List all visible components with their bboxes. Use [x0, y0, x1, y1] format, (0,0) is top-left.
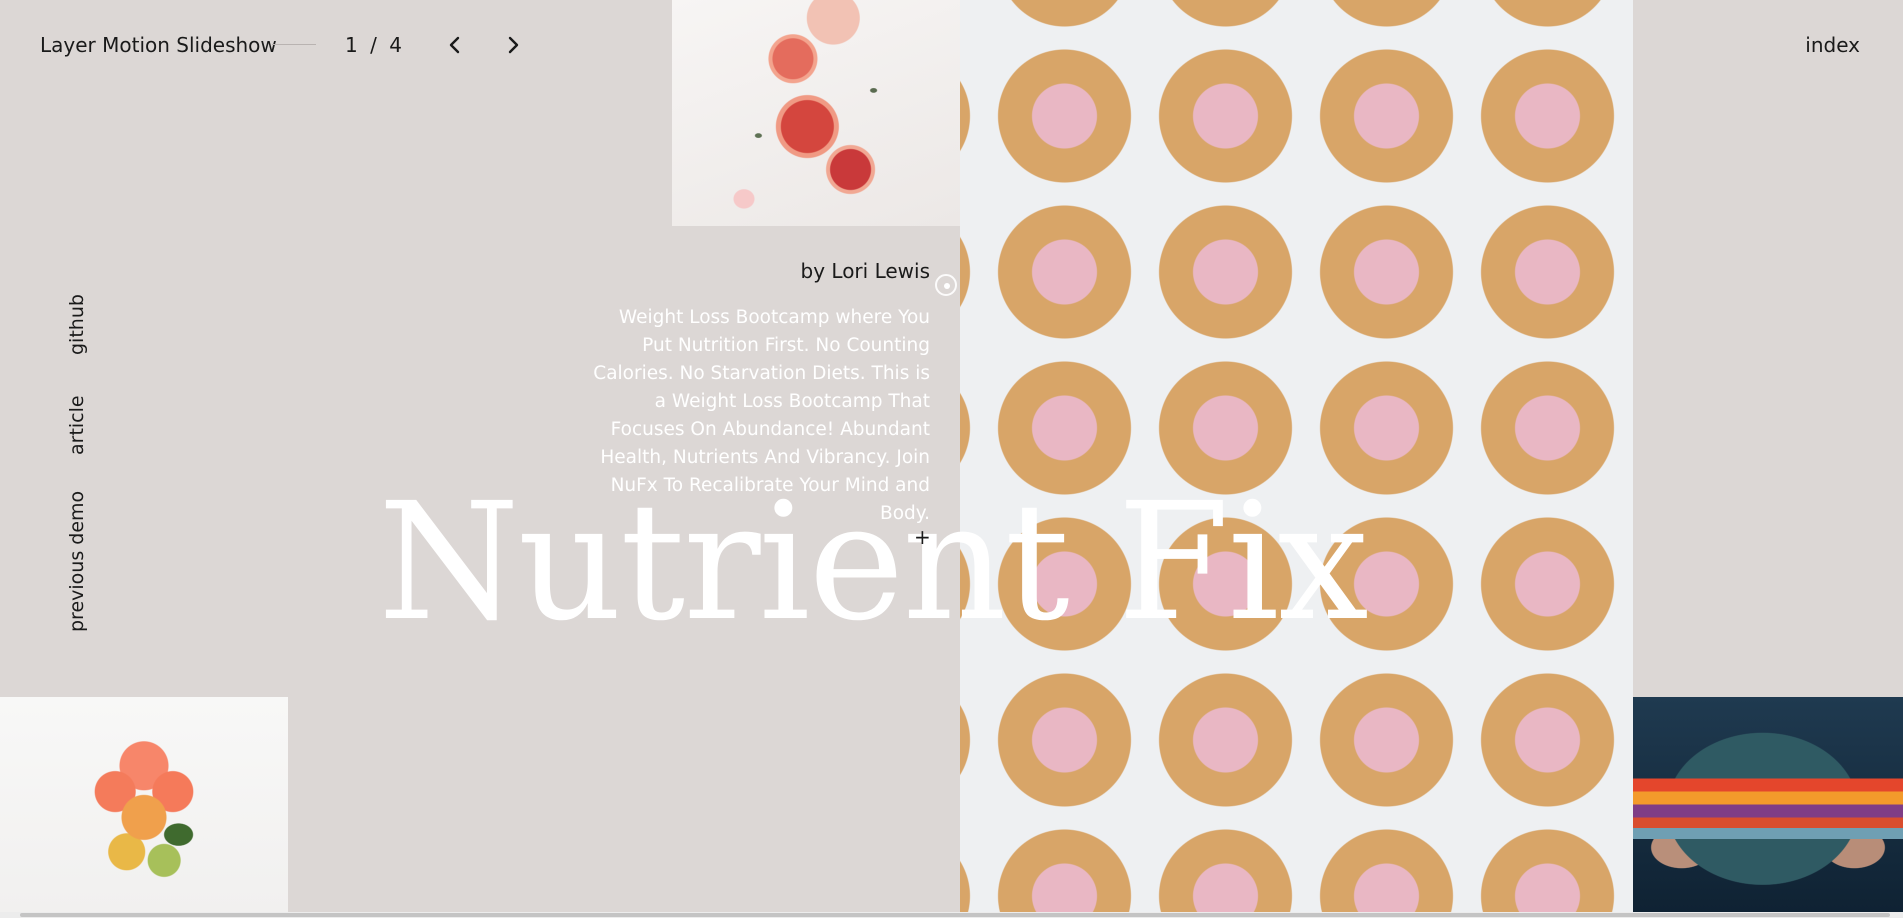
- sandwich-image: [1633, 697, 1903, 912]
- previous-demo-link[interactable]: previous demo: [66, 491, 88, 632]
- header-divider: [272, 44, 316, 45]
- cursor-indicator: [935, 274, 957, 296]
- grapefruit-image: [672, 0, 960, 226]
- slide-current: 1: [345, 33, 358, 57]
- chevron-left-icon: [449, 36, 460, 54]
- chevron-right-icon: [508, 36, 519, 54]
- slideshow-page: Layer Motion Slideshow 1 / 4 index githu…: [0, 0, 1903, 918]
- article-link[interactable]: article: [66, 395, 88, 455]
- slide-separator: /: [370, 33, 377, 57]
- citrus-image: [0, 697, 288, 912]
- github-link[interactable]: github: [66, 294, 88, 355]
- prev-slide-button[interactable]: [440, 30, 470, 60]
- slide-counter: 1 / 4: [345, 33, 402, 57]
- horizontal-scrollbar[interactable]: [0, 912, 1903, 918]
- next-slide-button[interactable]: [498, 30, 528, 60]
- slide-byline: by Lori Lewis: [800, 259, 930, 283]
- index-link[interactable]: index: [1805, 33, 1860, 57]
- site-title: Layer Motion Slideshow: [40, 33, 277, 57]
- open-slide-button[interactable]: +: [914, 525, 931, 549]
- scrollbar-thumb[interactable]: [20, 913, 1890, 917]
- donuts-image: [960, 0, 1633, 912]
- slide-total: 4: [389, 33, 402, 57]
- slide-title: Nutrient Fix: [378, 469, 1369, 657]
